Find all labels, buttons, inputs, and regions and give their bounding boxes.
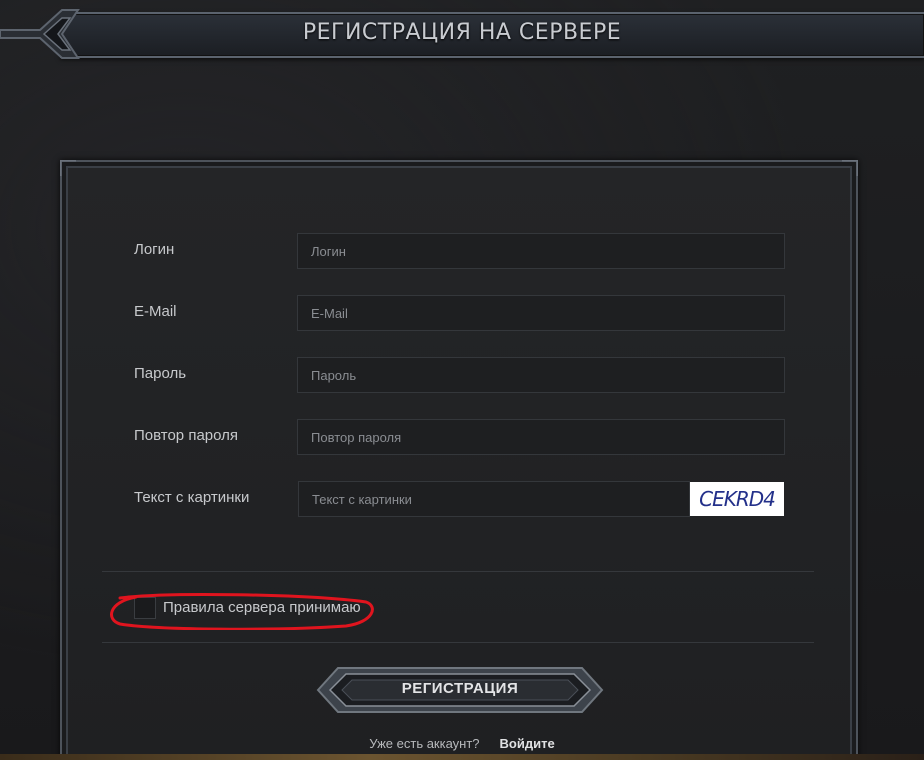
- password-row: Пароль: [134, 357, 786, 393]
- divider: [102, 642, 814, 643]
- bottom-decor-strip: [0, 754, 924, 760]
- divider: [102, 571, 814, 572]
- page-title: РЕГИСТРАЦИЯ НА СЕРВЕРЕ: [302, 20, 622, 45]
- captcha-image[interactable]: CEKRD4: [690, 482, 784, 516]
- captcha-label: Текст с картинки: [134, 489, 250, 506]
- corner-ornament-icon: [60, 160, 76, 176]
- login-prompt: Уже есть аккаунт? Войдите: [0, 736, 924, 751]
- corner-ornament-icon: [842, 160, 858, 176]
- login-link[interactable]: Войдите: [500, 736, 555, 751]
- password-label: Пароль: [134, 365, 187, 382]
- page-header: РЕГИСТРАЦИЯ НА СЕРВЕРЕ: [0, 0, 924, 62]
- login-label: Логин: [134, 241, 175, 258]
- password-repeat-label: Повтор пароля: [134, 427, 239, 444]
- login-input[interactable]: [297, 233, 785, 269]
- login-prompt-text: Уже есть аккаунт?: [369, 736, 480, 751]
- password-repeat-input[interactable]: [297, 419, 785, 455]
- email-label: E-Mail: [134, 303, 177, 320]
- login-row: Логин: [134, 233, 786, 269]
- email-input[interactable]: [297, 295, 785, 331]
- password-repeat-row: Повтор пароля: [134, 419, 786, 455]
- captcha-input[interactable]: [298, 481, 690, 517]
- red-annotation-ellipse: [110, 593, 374, 630]
- register-button[interactable]: РЕГИСТРАЦИЯ: [316, 666, 604, 714]
- email-row: E-Mail: [134, 295, 786, 331]
- password-input[interactable]: [297, 357, 785, 393]
- register-button-label[interactable]: РЕГИСТРАЦИЯ: [316, 680, 604, 697]
- captcha-row: Текст с картинки CEKRD4: [134, 481, 786, 517]
